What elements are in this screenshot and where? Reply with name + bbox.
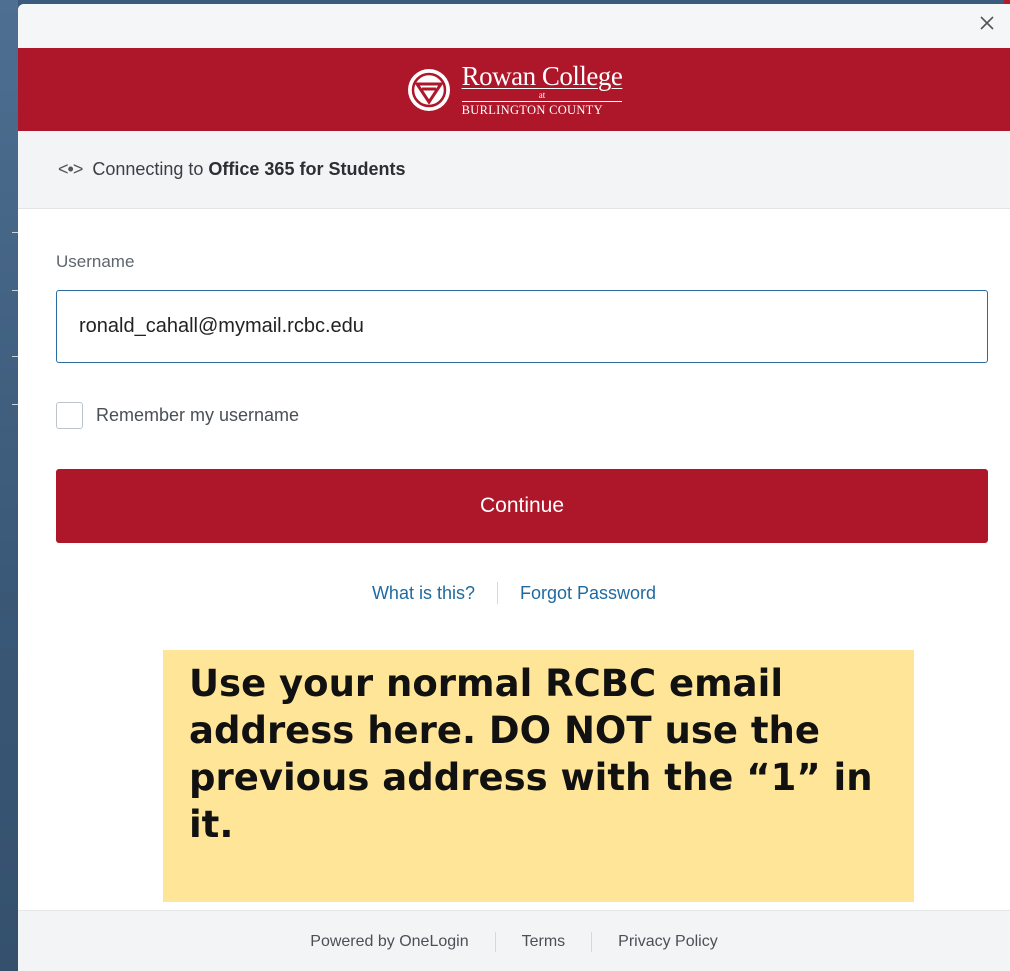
brand-at: at [538, 89, 546, 100]
remember-username-checkbox[interactable] [56, 402, 83, 429]
brand-header: Rowan College at BURLINGTON COUNTY [18, 48, 1010, 131]
username-label: Username [56, 252, 135, 271]
close-icon[interactable] [976, 12, 998, 34]
login-modal: Rowan College at BURLINGTON COUNTY <•> C… [18, 4, 1010, 971]
connection-prefix: Connecting to [92, 159, 204, 179]
modal-top-bar [18, 4, 1010, 48]
background-slide [0, 0, 18, 971]
connection-target: Office 365 for Students [208, 159, 406, 179]
brand-subtitle: BURLINGTON COUNTY [461, 100, 623, 117]
what-is-this-link[interactable]: What is this? [372, 583, 475, 604]
forgot-password-link[interactable]: Forgot Password [520, 583, 656, 604]
brand-logo: Rowan College at BURLINGTON COUNTY [406, 60, 623, 117]
connect-arrows-icon: <•> [58, 159, 83, 179]
powered-by-onelogin-link[interactable]: Powered by OneLogin [310, 933, 468, 951]
continue-button[interactable]: Continue [56, 469, 988, 543]
username-input[interactable] [56, 290, 988, 363]
privacy-policy-link[interactable]: Privacy Policy [618, 933, 718, 951]
remember-username-label[interactable]: Remember my username [96, 405, 299, 426]
help-links: What is this? Forgot Password [18, 582, 1010, 604]
college-emblem-icon [407, 68, 450, 111]
footer-divider [494, 931, 496, 952]
connection-bar: <•> Connecting to Office 365 for Student… [18, 131, 1010, 209]
instruction-callout: Use your normal RCBC email address here.… [163, 650, 914, 902]
link-divider [496, 582, 498, 604]
terms-link[interactable]: Terms [522, 933, 566, 951]
footer-divider [591, 931, 593, 952]
brand-name: Rowan College [461, 60, 623, 91]
footer: Powered by OneLogin Terms Privacy Policy [18, 910, 1010, 971]
